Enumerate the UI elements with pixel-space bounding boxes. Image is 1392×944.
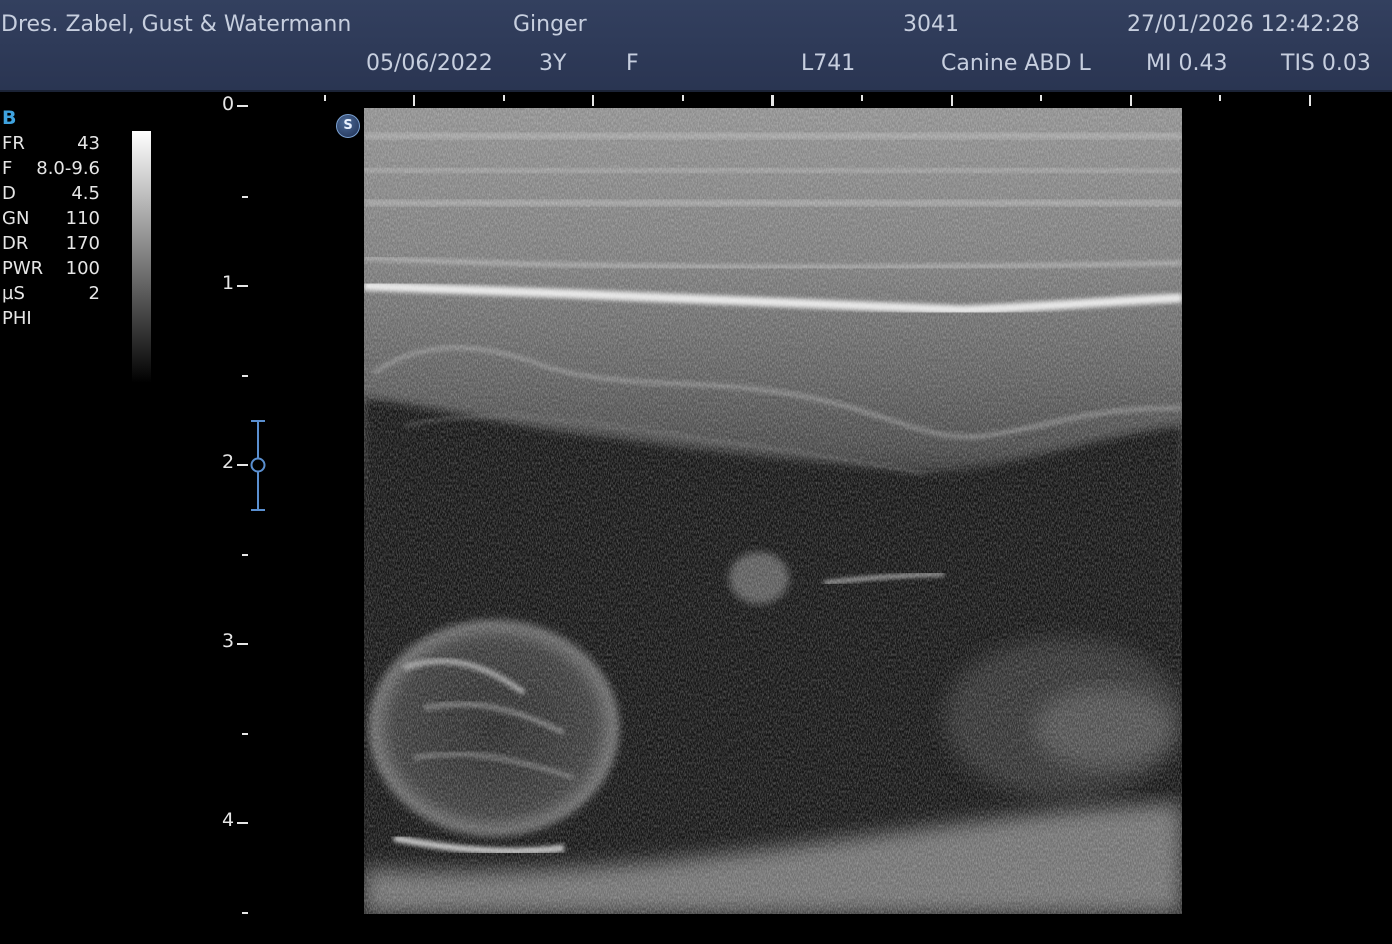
param-row-us: µS 2 xyxy=(2,281,112,306)
focus-zone-marker[interactable] xyxy=(244,420,274,512)
param-name: PWR xyxy=(2,258,44,279)
clinic-name: Dres. Zabel, Gust & Watermann xyxy=(1,12,352,37)
param-name: PHI xyxy=(2,308,32,329)
lateral-tick xyxy=(413,95,415,106)
param-row-gn: GN 110 xyxy=(2,206,112,231)
param-name: FR xyxy=(2,133,25,154)
param-row-phi: PHI xyxy=(2,306,112,331)
param-value: 4.5 xyxy=(71,183,100,204)
patient-info-header: Dres. Zabel, Gust & Watermann Ginger 304… xyxy=(0,0,1392,92)
probe-name: L741 xyxy=(801,51,856,76)
imaging-mode-label: B xyxy=(2,107,17,129)
thermal-index: TIS 0.03 xyxy=(1281,51,1371,76)
param-name: µS xyxy=(2,283,25,304)
param-value: 110 xyxy=(65,208,100,229)
depth-label-4: 4 xyxy=(222,809,235,831)
imaging-parameters-panel: B FR 43 F 8.0-9.6 D 4.5 GN 110 DR 170 PW… xyxy=(2,106,112,331)
depth-tick-minor xyxy=(242,554,248,556)
param-name: GN xyxy=(2,208,30,229)
param-row-f: F 8.0-9.6 xyxy=(2,156,112,181)
lateral-tick xyxy=(324,95,326,101)
param-row-fr: FR 43 xyxy=(2,131,112,156)
lateral-tick xyxy=(503,95,505,101)
lateral-tick xyxy=(682,95,684,101)
depth-label-1: 1 xyxy=(222,272,235,294)
lateral-tick-center xyxy=(771,95,774,106)
patient-sex: F xyxy=(626,51,639,76)
exam-datetime: 27/01/2026 12:42:28 xyxy=(1127,12,1360,37)
param-value: 43 xyxy=(77,133,100,154)
lateral-tick xyxy=(1130,95,1132,106)
exam-preset: Canine ABD L xyxy=(941,51,1091,76)
param-name: D xyxy=(2,183,16,204)
depth-tick-major xyxy=(237,105,248,107)
birth-date: 05/06/2022 xyxy=(366,51,493,76)
param-name: DR xyxy=(2,233,29,254)
param-row-d: D 4.5 xyxy=(2,181,112,206)
depth-label-3: 3 xyxy=(222,630,235,652)
patient-name: Ginger xyxy=(513,12,587,37)
depth-tick-major xyxy=(237,643,248,645)
param-row-pwr: PWR 100 xyxy=(2,256,112,281)
patient-age: 3Y xyxy=(539,51,567,76)
depth-tick-major xyxy=(237,285,248,287)
lateral-tick xyxy=(1219,95,1221,101)
param-row-dr: DR 170 xyxy=(2,231,112,256)
param-name: F xyxy=(2,158,13,179)
param-value: 100 xyxy=(65,258,100,279)
lateral-tick xyxy=(1309,95,1311,106)
depth-label-2: 2 xyxy=(222,451,235,473)
lateral-tick xyxy=(1040,95,1042,101)
depth-tick-minor xyxy=(242,912,248,914)
ultrasound-image[interactable] xyxy=(364,108,1182,914)
depth-tick-major xyxy=(237,822,248,824)
grayscale-map-bar xyxy=(132,131,151,383)
depth-label-0: 0 xyxy=(222,93,235,115)
lateral-tick xyxy=(592,95,594,106)
depth-tick-minor xyxy=(242,375,248,377)
param-value: 8.0-9.6 xyxy=(36,158,100,179)
patient-id: 3041 xyxy=(903,12,959,37)
mechanical-index: MI 0.43 xyxy=(1146,51,1228,76)
depth-tick-minor xyxy=(242,733,248,735)
lateral-tick xyxy=(951,95,953,106)
lateral-tick xyxy=(861,95,863,101)
param-value: 170 xyxy=(65,233,100,254)
depth-tick-minor xyxy=(242,196,248,198)
orientation-logo-icon: S xyxy=(336,114,360,138)
param-value: 2 xyxy=(88,283,100,304)
